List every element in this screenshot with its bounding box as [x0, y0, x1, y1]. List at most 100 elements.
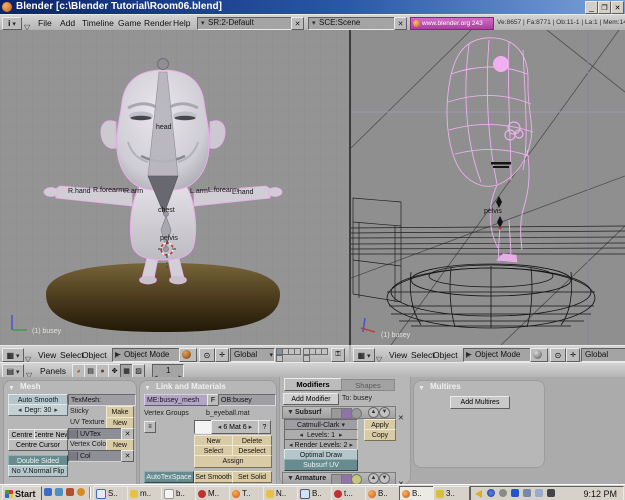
- subsurf-delete-icon[interactable]: [398, 407, 404, 425]
- object-menu-2[interactable]: Object: [433, 350, 458, 360]
- task-button-blender-1[interactable]: B..: [365, 486, 402, 500]
- set-solid-button[interactable]: Set Solid: [232, 471, 272, 483]
- no-vnormal-flip-button[interactable]: No V.Normal Flip: [8, 465, 68, 477]
- menu-file[interactable]: File: [38, 18, 52, 28]
- centre-cursor-button[interactable]: Centre Cursor: [8, 439, 68, 451]
- scene-browse-icon[interactable]: [310, 18, 316, 29]
- editor-type-button-2[interactable]: ▦: [353, 348, 375, 362]
- manipulator-button[interactable]: ✛: [215, 348, 229, 362]
- multires-panel-header[interactable]: Multires: [414, 381, 544, 392]
- modifiers-tab[interactable]: Modifiers: [284, 378, 342, 391]
- mode-dropdown-2[interactable]: Object Mode: [463, 348, 538, 362]
- menu-game[interactable]: Game: [118, 18, 141, 28]
- orientation-dropdown-2[interactable]: Global: [581, 348, 625, 362]
- quick-launch-icon-3[interactable]: [66, 488, 74, 496]
- mesh-datablock-field[interactable]: ME:busey_mesh: [144, 394, 210, 406]
- subsurf-editmode-toggle-icon[interactable]: [351, 408, 362, 419]
- task-button-search[interactable]: S..: [93, 486, 130, 500]
- armature-move-up-icon[interactable]: ▲: [368, 473, 379, 484]
- mesh-panel-header[interactable]: Mesh: [4, 381, 136, 392]
- subsurf-uv-button[interactable]: Subsurf UV: [284, 459, 358, 471]
- link-panel-header[interactable]: Link and Materials: [140, 381, 276, 392]
- start-button[interactable]: Start: [2, 486, 42, 500]
- multires-collapse-icon[interactable]: [418, 383, 425, 394]
- tray-icon-5[interactable]: [535, 489, 543, 497]
- texmesh-field[interactable]: TexMesh:: [68, 394, 136, 406]
- degr-stepper[interactable]: Degr: 30: [8, 404, 68, 416]
- material-color-swatch[interactable]: [194, 420, 212, 434]
- frame-number-field[interactable]: 1: [152, 364, 184, 378]
- view-menu[interactable]: View: [38, 350, 56, 360]
- task-button-folder-m[interactable]: m..: [127, 486, 164, 500]
- close-button[interactable]: ✕: [611, 1, 624, 14]
- tray-icon-3[interactable]: [511, 489, 519, 497]
- task-button-3[interactable]: 3..: [433, 486, 470, 500]
- select-menu-2[interactable]: Select: [411, 350, 435, 360]
- vertex-group-stub-button[interactable]: ≡: [144, 421, 156, 433]
- scene-context-icon[interactable]: ▨: [132, 364, 145, 378]
- manipulator-button-2[interactable]: ✛: [566, 348, 580, 362]
- autotexspace-button[interactable]: AutoTexSpace: [144, 471, 194, 483]
- tray-icon-2[interactable]: [499, 489, 507, 497]
- pivot-button-2[interactable]: ⊙: [550, 348, 566, 362]
- screen-browse-icon[interactable]: [199, 18, 205, 29]
- orientation-dropdown[interactable]: Global: [230, 348, 275, 362]
- layer-buttons-2[interactable]: [303, 348, 329, 360]
- select-menu[interactable]: Select: [60, 350, 84, 360]
- layer-buttons[interactable]: [276, 348, 302, 360]
- menu-add[interactable]: Add: [60, 18, 75, 28]
- task-button-t[interactable]: t...: [331, 486, 368, 500]
- shapes-tab[interactable]: Shapes: [341, 379, 395, 391]
- title-bar[interactable]: Blender [c:\Blender Tutorial\Room06.blen…: [0, 0, 625, 14]
- menu-render[interactable]: Render: [144, 18, 172, 28]
- col-delete-icon[interactable]: [121, 450, 134, 462]
- object-name-field[interactable]: OB:busey: [218, 394, 276, 406]
- menu-help[interactable]: Help: [173, 18, 190, 28]
- col-field[interactable]: Col: [68, 450, 122, 462]
- draw-type-button-2[interactable]: [530, 348, 548, 362]
- task-button-m[interactable]: M..: [195, 486, 232, 500]
- blender-url-badge[interactable]: www.blender.org 243: [410, 17, 494, 30]
- subsurf-move-down-icon[interactable]: ▼: [379, 407, 390, 418]
- quick-launch-icon-2[interactable]: [55, 488, 63, 496]
- screen-delete-icon[interactable]: [291, 17, 304, 30]
- armature-move-down-icon[interactable]: ▼: [379, 473, 390, 484]
- tray-icon-1[interactable]: [487, 489, 495, 497]
- mesh-collapse-icon[interactable]: [8, 383, 15, 394]
- pivot-button[interactable]: ⊙: [199, 348, 215, 362]
- screen-selector[interactable]: SR:2-Default: [197, 17, 301, 30]
- info-editor-icon[interactable]: i: [2, 17, 22, 30]
- speaker-icon[interactable]: [475, 490, 482, 498]
- menu-timeline[interactable]: Timeline: [82, 18, 114, 28]
- add-multires-button[interactable]: Add Multires: [450, 396, 510, 409]
- draw-type-button[interactable]: [179, 348, 197, 362]
- mode-dropdown[interactable]: Object Mode: [112, 348, 187, 362]
- task-button-folder-n[interactable]: N..: [263, 486, 300, 500]
- viewport-side[interactable]: pelvis (1) busey: [351, 30, 625, 345]
- task-button-window-b[interactable]: B..: [297, 486, 334, 500]
- subsurf-move-up-icon[interactable]: ▲: [368, 407, 379, 418]
- task-button-firefox[interactable]: T..: [229, 486, 266, 500]
- scene-selector[interactable]: SCE:Scene: [308, 17, 404, 30]
- minimize-button[interactable]: _: [585, 1, 598, 14]
- material-help-button[interactable]: ?: [258, 420, 271, 434]
- subsurf-copy-button[interactable]: Copy: [364, 429, 396, 441]
- lock-icon[interactable]: ⚿: [331, 348, 345, 362]
- scene-delete-icon[interactable]: [394, 17, 407, 30]
- quick-launch-icon-4[interactable]: [77, 488, 85, 496]
- maximize-button[interactable]: ❐: [598, 1, 611, 14]
- tray-icon-4[interactable]: [523, 489, 531, 497]
- set-smooth-button[interactable]: Set Smooth: [194, 471, 233, 483]
- viewport-front[interactable]: head chest pelvis R.hand R.forearm R.arm…: [0, 30, 349, 345]
- link-collapse-icon[interactable]: [144, 383, 151, 394]
- object-menu[interactable]: Object: [82, 350, 107, 360]
- task-button-blender-active[interactable]: B..: [399, 486, 436, 500]
- view-menu-2[interactable]: View: [389, 350, 407, 360]
- buttons-editor-type-button[interactable]: ▤: [2, 364, 24, 378]
- assign-button[interactable]: Assign: [194, 455, 272, 468]
- tray-icon-6[interactable]: [547, 489, 555, 497]
- material-index-stepper[interactable]: 6 Mat 6: [211, 420, 259, 434]
- add-modifier-button[interactable]: Add Modifier: [283, 393, 339, 405]
- armature-expand-icon[interactable]: [287, 475, 294, 482]
- task-button-doc-b[interactable]: b..: [161, 486, 198, 500]
